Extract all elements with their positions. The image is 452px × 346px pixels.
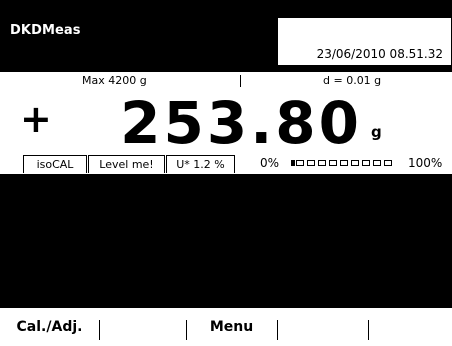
uncertainty-tab[interactable]: U* 1.2 % bbox=[166, 155, 235, 173]
softkey-cal-adj[interactable]: Cal./Adj. bbox=[0, 308, 99, 340]
capacity-cell bbox=[296, 160, 304, 166]
capacity-cell bbox=[373, 160, 381, 166]
softkey-menu[interactable]: Menu bbox=[187, 308, 276, 340]
capacity-cell bbox=[384, 160, 392, 166]
max-capacity: Max 4200 g bbox=[82, 74, 147, 87]
softkey-2[interactable] bbox=[100, 308, 186, 340]
softkey-4[interactable] bbox=[278, 308, 368, 340]
application-panel bbox=[0, 174, 452, 308]
capacity-cell bbox=[307, 160, 315, 166]
status-row: isoCAL Level me! U* 1.2 % 0% 100% bbox=[0, 155, 452, 174]
datetime-text: 23/06/2010 08.51.32 bbox=[316, 47, 443, 61]
readability: d = 0.01 g bbox=[323, 74, 382, 87]
capacity-bar bbox=[291, 160, 402, 167]
isocal-tab[interactable]: isoCAL bbox=[23, 155, 87, 173]
info-separator bbox=[240, 75, 241, 87]
capacity-cell bbox=[318, 160, 326, 166]
capacity-cell bbox=[329, 160, 337, 166]
range-max-label: 100% bbox=[408, 156, 443, 170]
info-line: Max 4200 g d = 0.01 g bbox=[0, 74, 452, 90]
softkey-row: Cal./Adj. Menu bbox=[0, 308, 452, 340]
datetime-box: 23/06/2010 08.51.32 bbox=[277, 17, 452, 66]
range-min-label: 0% bbox=[260, 156, 280, 170]
capacity-cell bbox=[351, 160, 359, 166]
capacity-cell bbox=[291, 160, 295, 166]
app-title: DKDMeas bbox=[10, 23, 81, 38]
weight-unit: g bbox=[371, 123, 382, 141]
sign-indicator: + bbox=[20, 97, 52, 141]
capacity-cell bbox=[362, 160, 370, 166]
softkey-5[interactable] bbox=[369, 308, 452, 340]
level-me-tab[interactable]: Level me! bbox=[88, 155, 165, 173]
header-bar: DKDMeas 23/06/2010 08.51.32 bbox=[0, 0, 452, 72]
weight-value: 253.80 bbox=[120, 89, 362, 157]
capacity-cell bbox=[340, 160, 348, 166]
